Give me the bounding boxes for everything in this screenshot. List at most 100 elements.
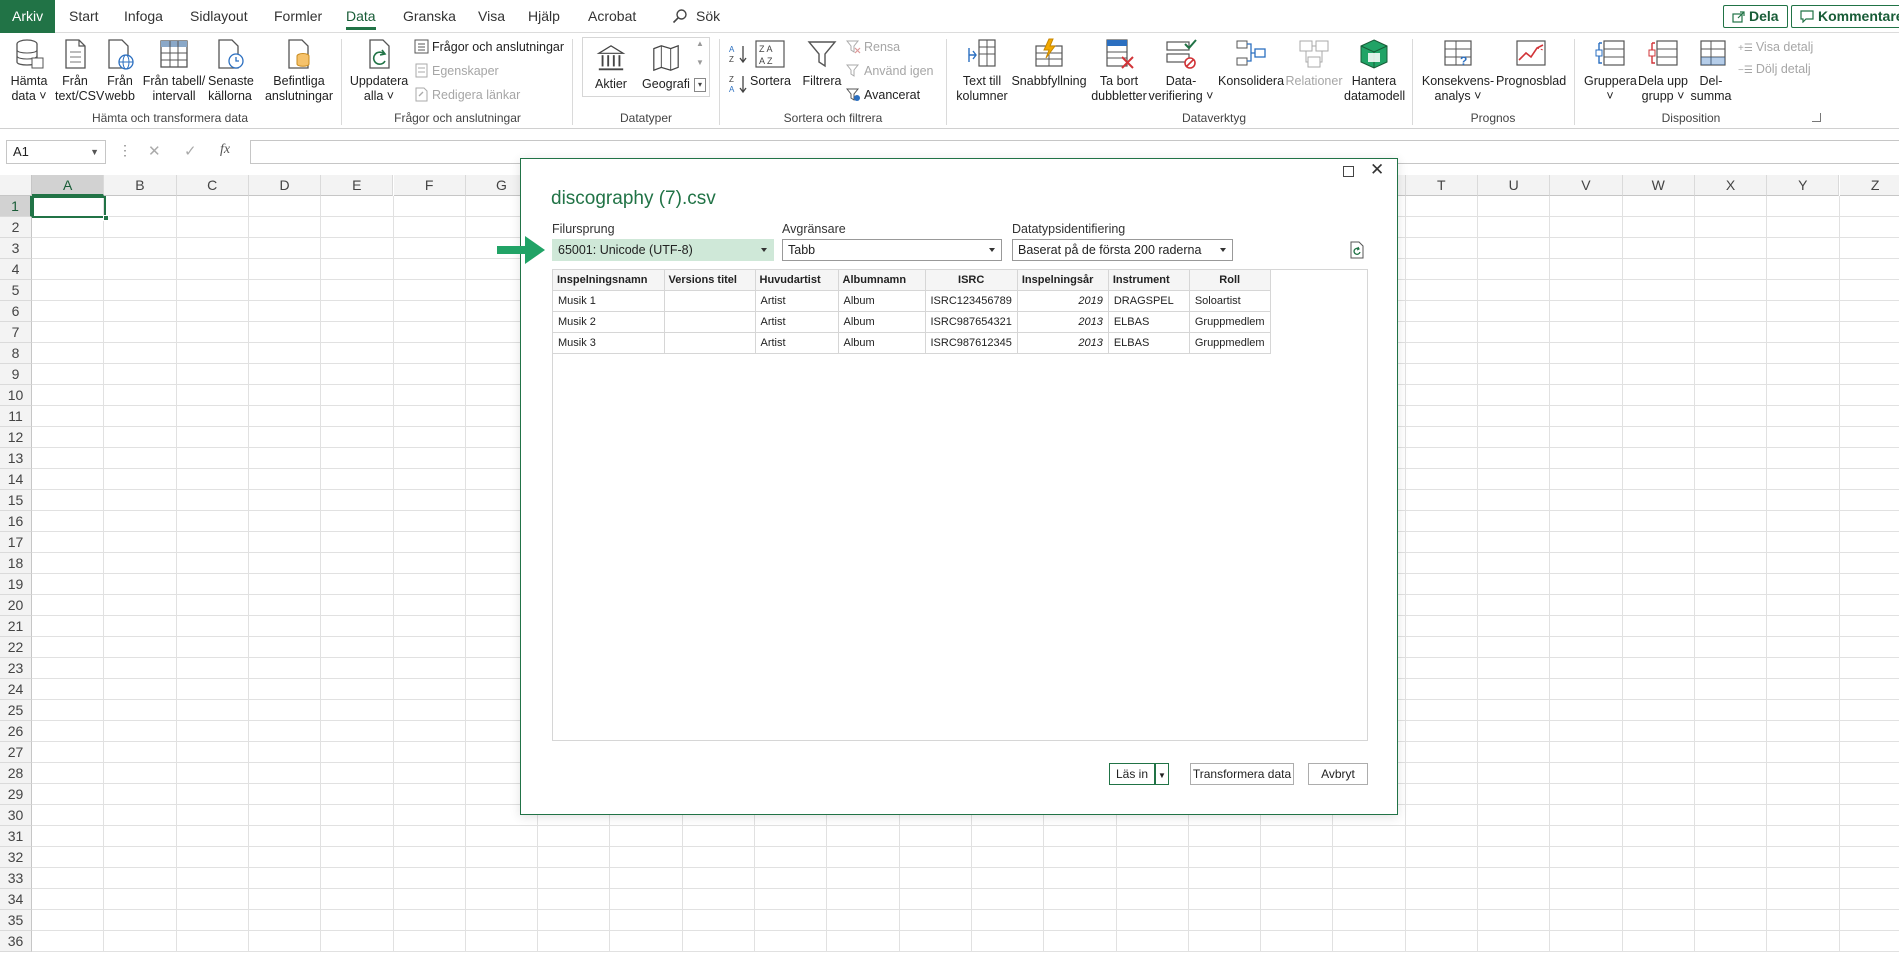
existing-connections-button[interactable]: Befintliga anslutningar [264, 38, 334, 104]
row-header-10[interactable]: 10 [0, 385, 32, 406]
row-header-11[interactable]: 11 [0, 406, 32, 427]
row-header-28[interactable]: 28 [0, 763, 32, 784]
row-header-13[interactable]: 13 [0, 448, 32, 469]
tab-formulas[interactable]: Formler [274, 0, 322, 33]
group-button[interactable]: Gruppera ˅ [1584, 38, 1637, 104]
tab-help[interactable]: Hjälp [528, 0, 560, 33]
sort-descending-button[interactable]: ZA [728, 73, 750, 95]
select-all-corner[interactable] [0, 175, 32, 196]
sort-button[interactable]: Z A A Z Sortera [750, 38, 791, 89]
tab-page-layout[interactable]: Sidlayout [190, 0, 248, 33]
manage-data-model-button[interactable]: Hantera datamodell [1344, 38, 1405, 104]
row-header-14[interactable]: 14 [0, 469, 32, 490]
filter-button[interactable]: Filtrera [801, 38, 843, 89]
gallery-down-arrow[interactable]: ▼ [694, 58, 706, 72]
advanced-filter-button[interactable]: Avancerat [845, 87, 920, 103]
row-header-34[interactable]: 34 [0, 889, 32, 910]
transform-data-button[interactable]: Transformera data [1190, 763, 1294, 785]
row-header-22[interactable]: 22 [0, 637, 32, 658]
row-header-25[interactable]: 25 [0, 700, 32, 721]
column-header-f[interactable]: F [393, 175, 466, 196]
from-table-button[interactable]: Från tabell/intervall [141, 38, 207, 104]
row-header-21[interactable]: 21 [0, 616, 32, 637]
fill-handle[interactable] [103, 215, 109, 221]
column-header-x[interactable]: X [1694, 175, 1768, 196]
row-header-19[interactable]: 19 [0, 574, 32, 595]
subtotal-button[interactable]: Del-summa [1690, 38, 1732, 104]
row-header-8[interactable]: 8 [0, 343, 32, 364]
row-header-36[interactable]: 36 [0, 931, 32, 952]
from-web-button[interactable]: Från webb [103, 38, 137, 104]
row-header-31[interactable]: 31 [0, 826, 32, 847]
tab-file[interactable]: Arkiv [0, 0, 56, 33]
row-header-16[interactable]: 16 [0, 511, 32, 532]
row-header-20[interactable]: 20 [0, 595, 32, 616]
properties-button[interactable]: Egenskaper [414, 63, 499, 79]
column-header-z[interactable]: Z [1839, 175, 1899, 196]
column-header-u[interactable]: U [1478, 175, 1551, 196]
load-button[interactable]: Läs in [1109, 763, 1155, 785]
close-icon[interactable]: ✕ [1370, 161, 1384, 179]
what-if-analysis-button[interactable]: ? Konsekvens-analys ˅ [1420, 38, 1496, 104]
row-header-26[interactable]: 26 [0, 721, 32, 742]
tab-review[interactable]: Granska [403, 0, 456, 33]
type-detection-select[interactable]: Baserat på de första 200 raderna [1012, 239, 1233, 261]
tab-view[interactable]: Visa [478, 0, 505, 33]
remove-duplicates-button[interactable]: Ta bort dubbletter [1090, 38, 1148, 104]
refresh-all-button[interactable]: Uppdatera alla ˅ [348, 38, 410, 104]
row-header-15[interactable]: 15 [0, 490, 32, 511]
outline-dialog-launcher[interactable] [1812, 113, 1821, 122]
tab-acrobat[interactable]: Acrobat [588, 0, 636, 33]
row-header-9[interactable]: 9 [0, 364, 32, 385]
row-header-12[interactable]: 12 [0, 427, 32, 448]
share-button[interactable]: Dela [1723, 5, 1788, 28]
consolidate-button[interactable]: Konsolidera [1218, 38, 1284, 89]
row-header-2[interactable]: 2 [0, 217, 32, 238]
column-header-w[interactable]: W [1622, 175, 1695, 196]
row-header-6[interactable]: 6 [0, 301, 32, 322]
row-header-7[interactable]: 7 [0, 322, 32, 343]
delimiter-select[interactable]: Tabb [782, 239, 1002, 261]
relationships-button[interactable]: Relationer [1284, 38, 1344, 89]
tab-start[interactable]: Start [69, 0, 99, 33]
load-options-button[interactable]: ▼ [1155, 763, 1169, 785]
enter-formula-icon[interactable]: ✓ [184, 142, 197, 160]
row-header-23[interactable]: 23 [0, 658, 32, 679]
clear-filter-button[interactable]: Rensa [845, 39, 900, 55]
row-header-1[interactable]: 1 [0, 196, 32, 217]
row-header-30[interactable]: 30 [0, 805, 32, 826]
recent-sources-button[interactable]: Senaste källorna [208, 38, 254, 104]
sort-ascending-button[interactable]: AZ [728, 43, 750, 65]
column-header-v[interactable]: V [1550, 175, 1623, 196]
column-header-c[interactable]: C [176, 175, 249, 196]
refresh-preview-icon[interactable] [1348, 241, 1366, 259]
stocks-button[interactable]: Aktier [588, 43, 634, 92]
text-to-columns-button[interactable]: Text till kolumner [953, 38, 1011, 104]
edit-links-button[interactable]: Redigera länkar [414, 87, 520, 103]
row-header-4[interactable]: 4 [0, 259, 32, 280]
data-validation-button[interactable]: Data-verifiering ˅ [1148, 38, 1214, 104]
gallery-up-arrow[interactable]: ▲ [694, 39, 706, 53]
row-header-33[interactable]: 33 [0, 868, 32, 889]
row-header-18[interactable]: 18 [0, 553, 32, 574]
ungroup-button[interactable]: Dela upp grupp ˅ [1637, 38, 1689, 104]
column-header-a[interactable]: A [32, 175, 105, 196]
tab-insert[interactable]: Infoga [124, 0, 163, 33]
row-header-24[interactable]: 24 [0, 679, 32, 700]
get-data-button[interactable]: Hämta data ˅ [5, 38, 53, 104]
flash-fill-button[interactable]: Snabbfyllning [1011, 38, 1087, 89]
column-header-y[interactable]: Y [1767, 175, 1840, 196]
row-header-32[interactable]: 32 [0, 847, 32, 868]
row-header-29[interactable]: 29 [0, 784, 32, 805]
geography-button[interactable]: Geografi [641, 43, 691, 92]
reapply-button[interactable]: Använd igen [845, 63, 934, 79]
queries-connections-button[interactable]: Frågor och anslutningar [414, 39, 564, 55]
gallery-more-button[interactable]: ▾ [694, 78, 706, 92]
active-cell-a1[interactable] [32, 196, 106, 218]
insert-function-icon[interactable]: fx [220, 142, 230, 158]
tab-data[interactable]: Data [346, 0, 376, 33]
search-box[interactable]: Sök [672, 0, 720, 33]
column-header-d[interactable]: D [248, 175, 322, 196]
row-header-3[interactable]: 3 [0, 238, 32, 259]
column-header-b[interactable]: B [104, 175, 177, 196]
